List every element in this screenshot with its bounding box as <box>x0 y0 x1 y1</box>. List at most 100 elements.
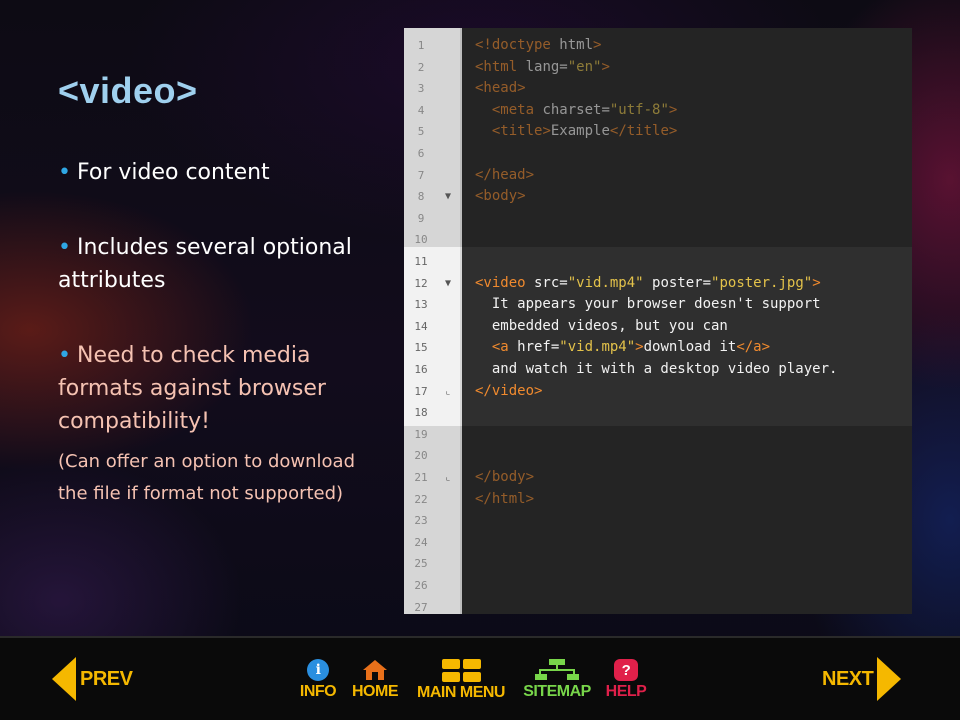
code-text: embedded videos, but you can <box>475 317 728 334</box>
fold-marker-icon[interactable]: ▼ <box>441 273 455 294</box>
code-line: 13 It appears your browser doesn't suppo… <box>404 294 912 315</box>
bullet-note: (Can offer an option to download the fil… <box>58 451 355 504</box>
info-label: INFO <box>299 683 337 700</box>
code-line: 5 <title>Example</title> <box>404 121 912 142</box>
home-icon <box>363 660 387 680</box>
code-text: <head> <box>475 80 526 97</box>
bullet-text: Need to check media formats against brow… <box>58 343 326 434</box>
line-number: 6 <box>417 147 425 160</box>
sitemap-button[interactable]: SITEMAP <box>520 652 594 708</box>
bullet-dot: • <box>58 343 71 368</box>
fold-marker-icon[interactable]: ▼ <box>441 186 455 207</box>
code-line: 8 ▼ <body> <box>404 186 912 207</box>
info-button[interactable]: i INFO <box>298 652 338 708</box>
line-number: 7 <box>417 168 425 182</box>
bullet-text: Includes several optional attributes <box>58 235 352 293</box>
code-line: 12 ▼ <video src="vid.mp4" poster="poster.j… <box>404 273 912 294</box>
code-line: 2 <html lang="en"> <box>404 57 912 78</box>
line-number: 27 <box>414 600 428 614</box>
prev-label: PREV <box>80 667 133 690</box>
code-text: <body> <box>475 188 526 205</box>
line-number: 17 <box>414 384 428 398</box>
grid-menu-icon <box>441 658 481 682</box>
line-number: 14 <box>414 319 428 333</box>
code-line: 15 <a href="vid.mp4">download it</a> <box>404 337 912 358</box>
code-line: 24 <box>404 532 912 553</box>
code-text: <!doctype html> <box>475 37 602 53</box>
code-text: <a href="vid.mp4">download it</a> <box>491 339 771 356</box>
next-label: NEXT <box>822 667 874 690</box>
line-number: 23 <box>414 514 428 528</box>
line-number: 15 <box>414 341 428 355</box>
fold-marker-icon[interactable]: ⌞ <box>441 467 455 488</box>
line-number: 4 <box>417 103 425 117</box>
line-number: 1 <box>417 39 425 52</box>
bullet-item: • Includes several optional attributes <box>58 231 358 297</box>
next-button[interactable]: NEXT <box>822 656 902 702</box>
line-number: 16 <box>414 363 428 376</box>
code-line: 19 <box>404 424 912 445</box>
code-line: 21 ⌞ </body> <box>404 467 912 488</box>
navigation-bar: PREV i INFO HOME MAIN MENU SITEMAP ? HEL… <box>0 636 960 720</box>
home-button[interactable]: HOME <box>350 652 400 708</box>
code-line: 10 <box>404 229 912 250</box>
help-button[interactable]: ? HELP <box>604 652 648 708</box>
bullet-dot: • <box>58 235 71 260</box>
line-number: 24 <box>414 535 428 549</box>
code-line: 17 ⌞ </video> <box>404 381 912 402</box>
chevron-left-icon <box>52 657 76 701</box>
code-line: 9 <box>404 208 912 229</box>
code-line: 3 <head> <box>404 78 912 99</box>
code-text: <video src="vid.mp4" poster="poster.jpg"… <box>475 274 821 291</box>
code-line: 1 <!doctype html> <box>404 35 912 56</box>
code-text: </head> <box>475 166 535 183</box>
info-icon: i <box>307 659 329 681</box>
code-text: <html lang="en"> <box>475 58 610 75</box>
line-number: 18 <box>414 406 428 420</box>
code-line: 22 </html> <box>404 489 912 510</box>
code-line: 20 <box>404 445 912 466</box>
fold-marker-icon[interactable]: ⌞ <box>441 381 455 402</box>
line-number: 19 <box>414 427 428 441</box>
main-menu-button[interactable]: MAIN MENU <box>414 652 508 708</box>
bullet-item: • For video content <box>58 156 358 189</box>
line-number: 9 <box>417 211 425 225</box>
code-line: 26 <box>404 575 912 596</box>
code-text: It appears your browser doesn't support <box>475 296 821 313</box>
sitemap-label: SITEMAP <box>523 683 591 700</box>
bullet-text: For video content <box>76 160 270 185</box>
line-number: 11 <box>414 255 428 268</box>
help-label: HELP <box>605 683 647 700</box>
line-number: 21 <box>414 471 428 484</box>
sitemap-icon <box>535 659 579 681</box>
main-menu-label: MAIN MENU <box>417 683 505 701</box>
line-number: 10 <box>414 233 428 247</box>
code-line: 18 <box>404 402 912 423</box>
code-text: </body> <box>475 469 535 485</box>
bullet-list: • For video content • Includes several opt… <box>58 156 358 510</box>
line-number: 20 <box>414 449 428 463</box>
code-text: and watch it with a desktop video player… <box>475 361 838 377</box>
chevron-right-icon <box>877 657 902 701</box>
line-number: 26 <box>414 579 428 592</box>
code-line: 16 and watch it with a desktop video pla… <box>404 359 912 380</box>
code-line: 4 <meta charset="utf-8"> <box>404 100 912 121</box>
line-number: 2 <box>417 60 425 74</box>
code-line: 7 </head> <box>404 165 912 186</box>
line-number: 8 <box>417 190 425 204</box>
slide-title: <video> <box>58 70 198 111</box>
code-text: </video> <box>475 382 543 399</box>
code-line: 11 <box>404 251 912 272</box>
line-number: 25 <box>414 557 428 571</box>
code-text: <meta charset="utf-8"> <box>491 101 678 118</box>
code-line: 6 <box>404 143 912 164</box>
bullet-item: • Need to check media formats against bro… <box>58 339 358 438</box>
prev-button[interactable]: PREV <box>52 656 133 702</box>
bullet-dot: • <box>58 160 71 185</box>
code-line: 23 <box>404 510 912 531</box>
line-number: 22 <box>414 492 428 506</box>
code-text: <title>Example</title> <box>491 123 678 140</box>
line-number: 3 <box>417 82 425 96</box>
code-line: 27 <box>404 597 912 614</box>
line-number: 12 <box>414 276 428 290</box>
